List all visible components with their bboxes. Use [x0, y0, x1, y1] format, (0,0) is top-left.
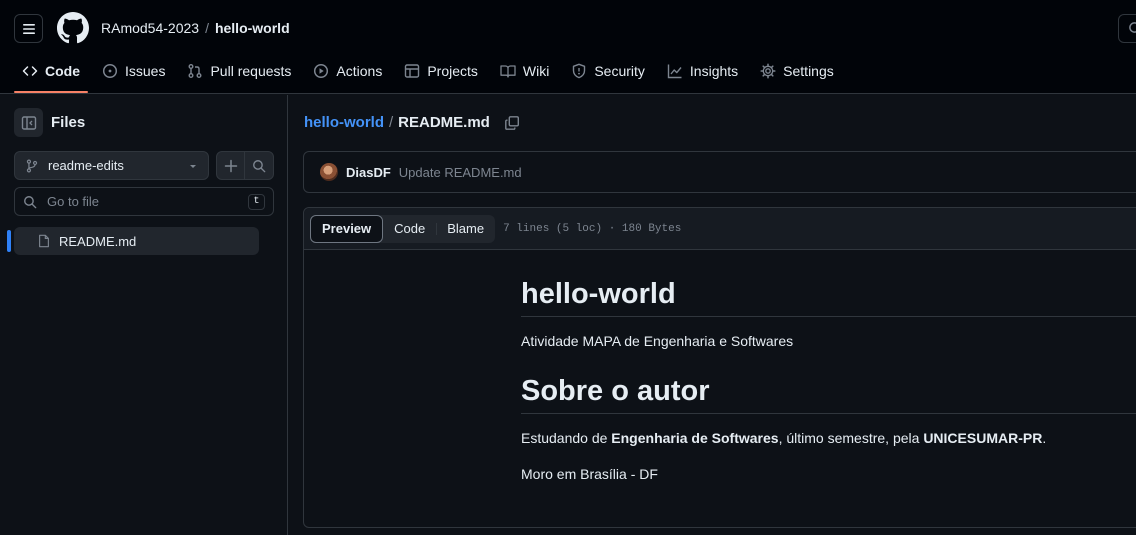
repo-header: RAmod54-2023 / hello-world Code Issues P…	[0, 0, 1136, 94]
readme-content: hello-world Atividade MAPA de Engenharia…	[521, 250, 1136, 484]
tab-security[interactable]: Security	[563, 56, 653, 86]
file-path-breadcrumb: hello-world / README.md	[304, 114, 520, 131]
latest-commit-box: DiasDF Update README.md	[303, 151, 1136, 193]
tab-projects[interactable]: Projects	[396, 56, 486, 86]
tab-label: Actions	[336, 63, 383, 79]
tab-label: Security	[594, 63, 645, 79]
file-viewer: Preview Code Blame 7 lines (5 loc) · 180…	[303, 207, 1136, 528]
menu-icon	[22, 23, 35, 34]
go-to-file-input[interactable]	[47, 194, 237, 209]
text-segment: .	[1042, 430, 1047, 446]
preview-tab[interactable]: Preview	[310, 214, 384, 243]
keyboard-shortcut-badge: t	[248, 193, 265, 210]
search-button[interactable]	[1118, 14, 1136, 43]
play-icon	[314, 63, 329, 79]
tab-label: Settings	[783, 63, 834, 79]
search-files-button[interactable]	[245, 152, 273, 179]
branch-name: readme-edits	[48, 158, 124, 173]
file-tree-item[interactable]: README.md	[14, 227, 259, 255]
tab-settings[interactable]: Settings	[752, 56, 842, 86]
tab-label: Issues	[125, 63, 166, 79]
bold-text: Engenharia de Softwares	[611, 430, 779, 446]
files-heading: Files	[51, 114, 86, 131]
readme-paragraph-author: Estudando de Engenharia de Softwares, úl…	[521, 428, 1136, 448]
file-tree-sidebar: Files readme-edits t README.md	[0, 95, 288, 535]
file-name: README.md	[59, 233, 137, 249]
copy-path-button[interactable]	[504, 115, 520, 131]
readme-heading-1: hello-world	[521, 250, 1136, 317]
search-icon	[253, 159, 266, 172]
branch-selector[interactable]: readme-edits	[14, 151, 209, 180]
search-icon	[24, 195, 37, 208]
breadcrumb-separator: /	[205, 20, 209, 36]
file-icon	[39, 234, 49, 248]
avatar[interactable]	[320, 163, 338, 181]
tab-label: Wiki	[522, 63, 550, 79]
selected-file-indicator	[7, 230, 11, 252]
readme-heading-2: Sobre o autor	[521, 373, 1136, 414]
tab-label: Code	[45, 63, 80, 79]
go-to-file-field[interactable]: t	[14, 187, 274, 216]
copy-icon	[504, 115, 519, 130]
github-logo-icon[interactable]	[57, 12, 89, 44]
shield-icon	[573, 63, 586, 79]
file-viewer-header: Preview Code Blame 7 lines (5 loc) · 180…	[304, 208, 1136, 250]
file-meta-info: 7 lines (5 loc) · 180 Bytes	[503, 222, 682, 235]
tab-label: Pull requests	[210, 63, 292, 79]
commit-author[interactable]: DiasDF	[346, 165, 391, 180]
tab-wiki[interactable]: Wiki	[492, 56, 557, 86]
blame-tab[interactable]: Blame	[436, 215, 495, 243]
chevron-down-icon	[190, 164, 196, 168]
path-repo-link[interactable]: hello-world	[304, 114, 384, 131]
commit-message[interactable]: Update README.md	[399, 165, 522, 180]
branch-icon	[26, 159, 38, 172]
tab-actions[interactable]: Actions	[305, 56, 390, 86]
owner-link[interactable]: RAmod54-2023	[101, 20, 199, 36]
add-file-button[interactable]	[217, 152, 246, 179]
collapse-file-tree-button[interactable]	[14, 108, 43, 137]
pull-request-icon	[188, 64, 202, 78]
tab-insights[interactable]: Insights	[659, 56, 746, 86]
text-segment: Estudando de	[521, 430, 612, 446]
path-separator: /	[389, 114, 394, 131]
repo-breadcrumb: RAmod54-2023 / hello-world	[101, 20, 290, 36]
table-icon	[405, 64, 420, 78]
graph-icon	[667, 64, 682, 79]
gear-icon	[760, 63, 776, 79]
sidebar-collapse-icon	[21, 115, 36, 130]
sidebar-actions	[216, 151, 274, 180]
code-icon	[22, 66, 38, 76]
issue-icon	[102, 63, 118, 79]
path-file-name: README.md	[398, 114, 490, 131]
tab-label: Insights	[689, 63, 739, 79]
readme-paragraph: Atividade MAPA de Engenharia e Softwares	[521, 333, 794, 349]
book-icon	[500, 65, 516, 78]
tab-code[interactable]: Code	[14, 56, 88, 93]
tab-pull-requests[interactable]: Pull requests	[179, 56, 299, 86]
view-mode-switcher: Preview Code Blame	[310, 214, 496, 243]
tab-label: Projects	[427, 63, 478, 79]
search-icon	[1129, 21, 1136, 33]
repo-link[interactable]: hello-world	[215, 20, 290, 36]
plus-icon	[224, 159, 237, 172]
text-segment: , último semestre, pela	[778, 430, 924, 446]
readme-paragraph-location: Moro em Brasília - DF	[521, 466, 658, 482]
tab-issues[interactable]: Issues	[94, 56, 173, 86]
hamburger-menu-button[interactable]	[14, 14, 43, 43]
code-view-tab[interactable]: Code	[383, 215, 436, 243]
bold-text: UNICESUMAR-PR	[923, 430, 1043, 446]
repo-nav-tabs: Code Issues Pull requests Actions Projec…	[14, 56, 848, 93]
